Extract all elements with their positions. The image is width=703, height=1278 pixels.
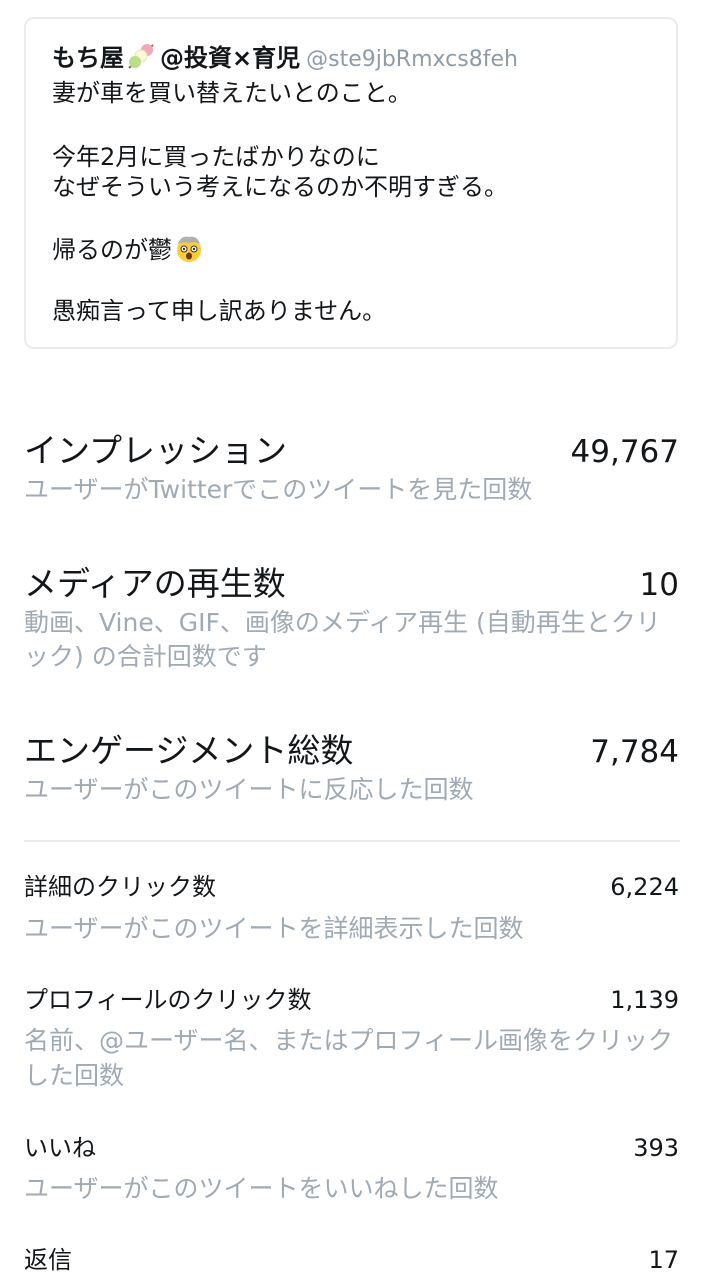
detail-clicks-title: 詳細のクリック数 xyxy=(24,873,216,901)
author-name-suffix: @投資×育児 xyxy=(160,44,301,72)
tweet-text-line-with-emoji: 帰るのが鬱 xyxy=(52,233,204,265)
engagements-description: ユーザーがこのツイートに反応した回数 xyxy=(24,775,474,804)
engagements-title: エンゲージメント総数 xyxy=(24,731,354,770)
tweet-text-line: 愚痴言って申し訳ありません。 xyxy=(52,297,387,325)
engagements-value: 7,784 xyxy=(590,734,679,770)
author-name: もち屋 xyxy=(52,44,124,72)
author-handle[interactable]: @ste9jbRmxcs8feh xyxy=(306,47,518,72)
tweet-text-line: 妻が車を買い替えたいとのこと。 xyxy=(52,79,412,107)
profile-clicks-title: プロフィールのクリック数 xyxy=(24,986,312,1014)
section-divider xyxy=(24,840,680,842)
impressions-value: 49,767 xyxy=(570,434,679,470)
media-views-title: メディアの再生数 xyxy=(24,564,286,603)
profile-clicks-description: 名前、@ユーザー名、またはプロフィール画像をクリックした回数 xyxy=(24,1026,674,1090)
tweet-analytics-screen: もち屋 @投資×育児 @ste9jbRmxcs8feh 妻が車を買い替えたいとのこ… xyxy=(0,0,703,1278)
media-views-description: 動画、Vine、GIF、画像のメディア再生 (自動再生とクリック) の合計回数で… xyxy=(24,608,661,671)
impressions-description: ユーザーがTwitterでこのツイートを見た回数 xyxy=(24,475,533,504)
profile-clicks-value: 1,139 xyxy=(610,986,679,1014)
replies-value: 17 xyxy=(648,1246,679,1274)
media-views-value: 10 xyxy=(639,567,679,603)
impressions-title: インプレッション xyxy=(24,431,288,470)
tweet-text-line: 今年2月に買ったばかりなのに xyxy=(52,143,380,171)
tweet-text-line: なぜそういう考えになるのか不明すぎる。 xyxy=(52,173,508,201)
replies-title: 返信 xyxy=(24,1246,72,1274)
detail-clicks-value: 6,224 xyxy=(610,873,679,901)
tweet-text-line: 帰るのが鬱 xyxy=(52,236,172,264)
likes-title: いいね xyxy=(24,1134,96,1162)
dango-icon xyxy=(126,42,156,79)
detail-clicks-description: ユーザーがこのツイートを詳細表示した回数 xyxy=(24,914,524,943)
exploding-head-emoji-icon xyxy=(174,233,204,271)
tweet-card[interactable]: もち屋 @投資×育児 @ste9jbRmxcs8feh 妻が車を買い替えたいとのこ… xyxy=(24,17,678,349)
likes-value: 393 xyxy=(633,1134,679,1162)
likes-description: ユーザーがこのツイートをいいねした回数 xyxy=(24,1174,499,1203)
tweet-author-row: もち屋 @投資×育児 @ste9jbRmxcs8feh xyxy=(52,41,518,75)
